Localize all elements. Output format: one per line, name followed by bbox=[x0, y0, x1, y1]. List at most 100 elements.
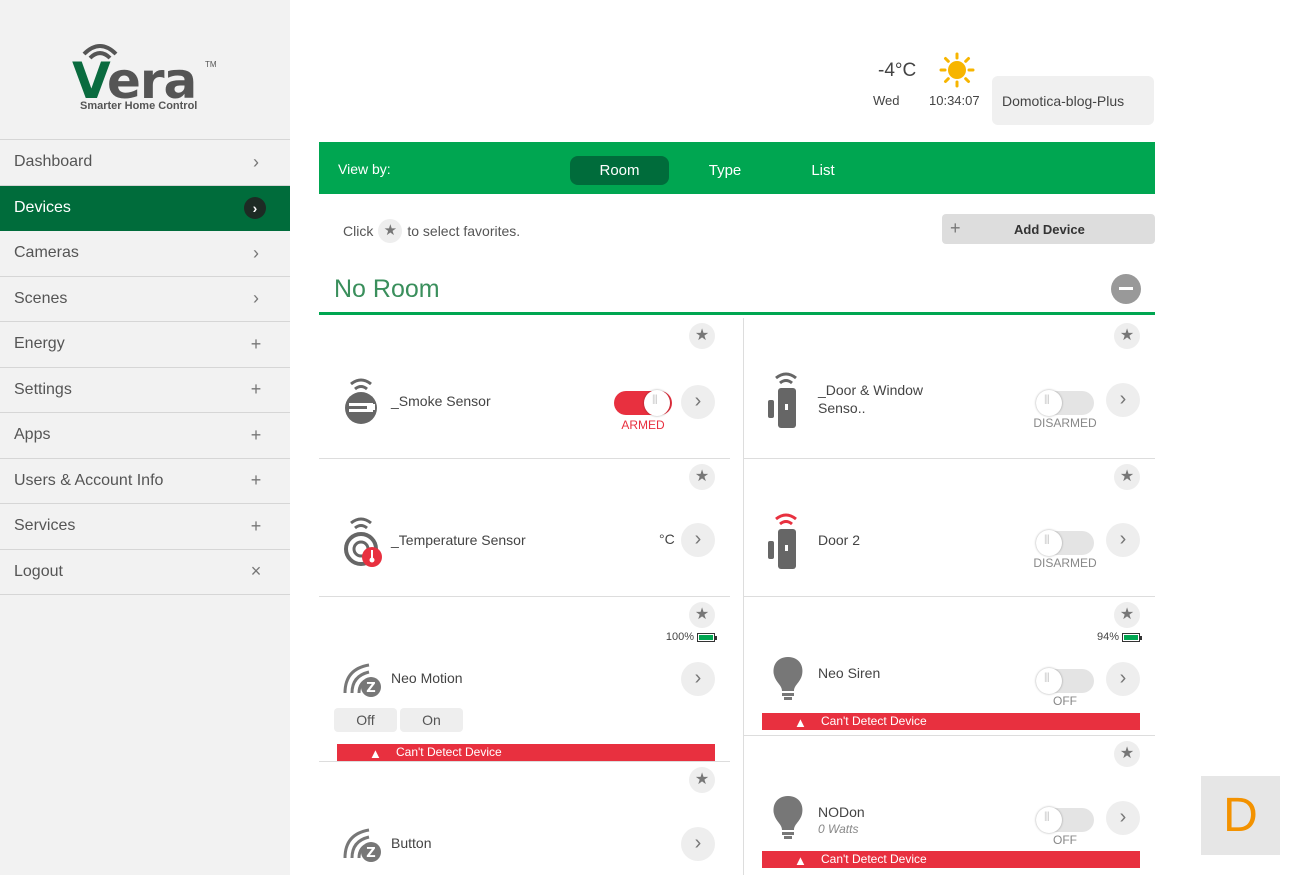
device-name: Neo Siren bbox=[818, 665, 881, 681]
device-details-button[interactable]: › bbox=[1106, 662, 1140, 696]
sidebar-item-cameras[interactable]: Cameras › bbox=[0, 231, 290, 277]
device-details-button[interactable]: › bbox=[681, 662, 715, 696]
sidebar-item-users-account[interactable]: Users & Account Info + bbox=[0, 459, 290, 504]
favorite-star-button[interactable]: ★ bbox=[689, 464, 715, 490]
arm-state-label: DISARMED bbox=[1033, 556, 1097, 570]
device-name-line2: Senso.. bbox=[818, 400, 866, 416]
zwave-button-icon: Z bbox=[343, 828, 381, 862]
sidebar-item-scenes[interactable]: Scenes › bbox=[0, 277, 290, 322]
favorite-star-button[interactable]: ★ bbox=[689, 323, 715, 349]
account-button[interactable]: Domotica-blog-Plus bbox=[992, 76, 1154, 125]
device-details-button[interactable]: › bbox=[1106, 523, 1140, 557]
warning-icon: ▲ bbox=[794, 715, 807, 730]
sidebar-item-apps[interactable]: Apps + bbox=[0, 413, 290, 459]
favorites-hint-after: to select favorites. bbox=[407, 223, 521, 239]
chevron-right-icon: › bbox=[253, 151, 259, 172]
weather-temperature: -4°C bbox=[878, 60, 917, 81]
smoke-sensor-icon bbox=[345, 378, 377, 424]
battery-indicator: 94% bbox=[1097, 631, 1142, 643]
room-divider bbox=[319, 312, 1155, 315]
device-card-neo-siren: ★ 94% Neo Siren OFF › ▲ Can't Detect Dev… bbox=[744, 597, 1155, 736]
plus-icon: + bbox=[950, 218, 961, 238]
logo-tagline: Smarter Home Control bbox=[80, 100, 198, 112]
favorites-hint-before: Click bbox=[343, 223, 374, 239]
device-card-nodon: ★ NODon 0 Watts OFF › ▲ Can't Detect Dev… bbox=[744, 736, 1155, 875]
power-usage: 0 Watts bbox=[818, 822, 859, 836]
arm-state-label: ARMED bbox=[621, 418, 665, 432]
sidebar-item-energy[interactable]: Energy + bbox=[0, 322, 290, 368]
add-device-button[interactable]: + Add Device bbox=[942, 214, 1155, 244]
device-name: Door 2 bbox=[818, 532, 861, 548]
device-name-line1: _Door & Window bbox=[818, 382, 924, 398]
power-state-label: OFF bbox=[1053, 694, 1077, 708]
collapse-room-button[interactable] bbox=[1111, 274, 1141, 304]
clock-time: 10:34:07 bbox=[929, 93, 980, 108]
battery-icon bbox=[697, 632, 717, 642]
device-card-door-window-sensor: ★ _Door & Window Senso.. DISARMED › bbox=[744, 318, 1155, 459]
sidebar-item-label: Logout bbox=[14, 562, 63, 580]
on-button[interactable]: On bbox=[400, 708, 463, 732]
device-details-button[interactable]: › bbox=[681, 385, 715, 419]
device-details-button[interactable]: › bbox=[1106, 383, 1140, 417]
sun-icon bbox=[939, 52, 975, 88]
device-details-button[interactable]: › bbox=[1106, 801, 1140, 835]
battery-level: 100% bbox=[665, 631, 694, 643]
tab-room[interactable]: Room bbox=[570, 156, 669, 185]
favorite-star-button[interactable]: ★ bbox=[1114, 323, 1140, 349]
chevron-right-icon: › bbox=[253, 242, 259, 263]
sidebar-item-devices[interactable]: Devices › bbox=[0, 185, 290, 231]
favorite-star-button[interactable]: ★ bbox=[1114, 602, 1140, 628]
plus-icon: + bbox=[250, 470, 262, 491]
power-toggle[interactable] bbox=[1036, 807, 1094, 833]
sidebar-item-settings[interactable]: Settings + bbox=[0, 368, 290, 413]
sidebar-item-services[interactable]: Services + bbox=[0, 504, 290, 550]
power-state-label: OFF bbox=[1053, 833, 1077, 847]
warning-icon: ▲ bbox=[369, 746, 382, 761]
temperature-sensor-icon bbox=[344, 517, 382, 567]
tab-type[interactable]: Type bbox=[695, 156, 755, 185]
close-icon: × bbox=[250, 561, 262, 582]
sidebar: Vera TM Smarter Home Control Dashboard ›… bbox=[0, 0, 290, 875]
vera-logo[interactable]: Vera TM Smarter Home Control bbox=[60, 38, 230, 118]
arm-toggle[interactable] bbox=[1036, 390, 1094, 416]
temperature-unit: °C bbox=[659, 531, 675, 547]
favorites-hint: Click ★ to select favorites. bbox=[343, 219, 520, 243]
alert-text: Can't Detect Device bbox=[821, 852, 927, 866]
sidebar-item-dashboard[interactable]: Dashboard › bbox=[0, 140, 290, 186]
favorite-star-button[interactable]: ★ bbox=[689, 767, 715, 793]
plus-icon: + bbox=[250, 379, 262, 400]
plus-icon: + bbox=[250, 333, 262, 354]
favorite-star-button[interactable]: ★ bbox=[1114, 464, 1140, 490]
sidebar-item-label: Users & Account Info bbox=[14, 471, 164, 489]
device-card-smoke-sensor: ★ _Smoke Sensor ARMED › bbox=[319, 318, 730, 459]
corner-badge-tile[interactable]: D bbox=[1201, 776, 1280, 855]
sidebar-item-label: Energy bbox=[14, 335, 65, 353]
alert-text: Can't Detect Device bbox=[821, 714, 927, 728]
bulb-icon bbox=[773, 657, 803, 700]
logo-tm: TM bbox=[205, 60, 217, 69]
arm-toggle[interactable] bbox=[1036, 530, 1094, 556]
sidebar-item-label: Cameras bbox=[14, 244, 79, 262]
warning-icon: ▲ bbox=[794, 853, 807, 868]
sidebar-item-label: Settings bbox=[14, 380, 72, 398]
power-toggle[interactable] bbox=[1036, 668, 1094, 694]
device-card-temperature-sensor: ★ _Temperature Sensor °C › bbox=[319, 459, 730, 597]
tab-list[interactable]: List bbox=[799, 156, 847, 185]
device-card-neo-motion: ★ 100% Z Neo Motion › Off On ▲ Can't Det… bbox=[319, 597, 730, 761]
device-details-button[interactable]: › bbox=[681, 827, 715, 861]
off-button[interactable]: Off bbox=[334, 708, 397, 732]
sidebar-nav: Dashboard › Devices › Cameras › Scenes ›… bbox=[0, 139, 290, 595]
battery-indicator: 100% bbox=[665, 631, 717, 643]
chevron-right-icon: › bbox=[253, 288, 259, 309]
sidebar-item-logout[interactable]: Logout × bbox=[0, 550, 290, 595]
battery-icon bbox=[1122, 632, 1142, 642]
view-by-bar: View by: Room Type List bbox=[319, 142, 1155, 194]
arm-toggle[interactable] bbox=[614, 390, 672, 416]
sidebar-item-label: Services bbox=[14, 517, 76, 535]
svg-text:Z: Z bbox=[366, 681, 375, 696]
door-sensor-icon bbox=[768, 372, 797, 428]
favorite-star-button[interactable]: ★ bbox=[689, 602, 715, 628]
weather-day: Wed bbox=[873, 93, 900, 108]
device-details-button[interactable]: › bbox=[681, 523, 715, 557]
favorite-star-button[interactable]: ★ bbox=[1114, 741, 1140, 767]
